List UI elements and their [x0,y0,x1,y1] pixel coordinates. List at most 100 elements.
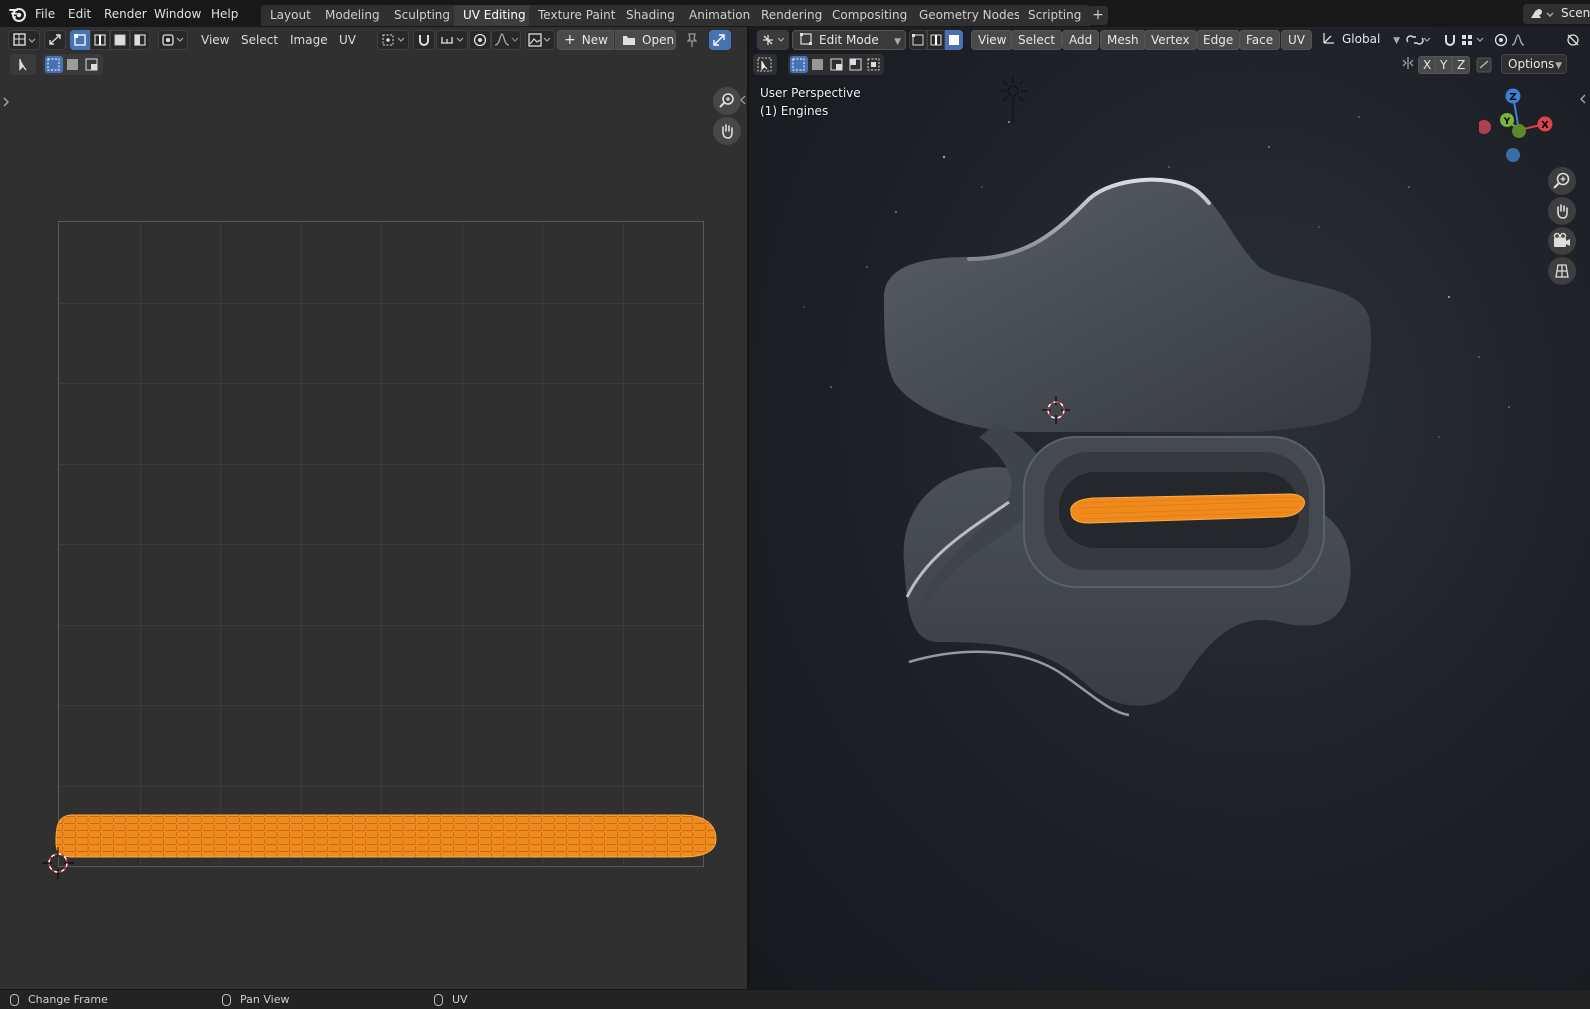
uv-menu-uv[interactable]: UV [339,31,356,49]
tab-uv-editing[interactable]: UV Editing [454,5,535,26]
vp-ortho-toggle[interactable] [1548,257,1576,285]
uv-editor[interactable]: View Select Image UV + New Open [0,27,747,989]
menu-file[interactable]: File [35,5,55,23]
select-new-button[interactable] [45,56,63,73]
vp-snap-grid-icon[interactable] [1459,32,1489,48]
sidebar-expand-icon[interactable] [1578,93,1588,105]
mirror-x-toggle[interactable]: X [1418,56,1437,74]
new-image-button[interactable]: + New [557,30,614,50]
tab-layout[interactable]: Layout [261,5,320,26]
vp-snap-magnet-icon[interactable] [1441,32,1459,48]
vp-select-subtract-icon[interactable] [828,56,846,73]
snap-target-dropdown[interactable] [436,30,468,50]
vp-overlay-icon[interactable] [1563,32,1583,48]
select-vertex-mode[interactable] [70,30,90,50]
3d-cursor[interactable] [1042,396,1070,424]
vp-camera-button[interactable] [1548,227,1576,255]
vp-menu-select[interactable]: Select [1011,30,1063,50]
select-subtract-icon[interactable] [83,56,101,73]
uv-gizmo-toggle[interactable] [709,30,731,50]
tab-shading[interactable]: Shading [617,5,684,26]
vp-proportional-icon[interactable] [1492,32,1510,48]
select-extend-icon[interactable] [64,56,82,73]
vp-select-new[interactable] [790,56,808,73]
vp-menu-uv[interactable]: UV [1281,30,1312,50]
sync-selection-button[interactable] [44,30,66,50]
topology-mirror-icon[interactable] [1475,56,1493,74]
viewport-editor-type[interactable] [757,30,789,50]
pan-view-button[interactable] [713,117,741,145]
open-image-button[interactable]: Open [615,30,676,50]
menu-edit[interactable]: Edit [68,5,91,23]
zoom-view-button[interactable] [713,87,741,115]
status-left-label: Change Frame [28,993,108,1006]
vp-select-extend-icon[interactable] [809,56,827,73]
blender-logo-icon[interactable] [8,4,28,24]
editor-type-button[interactable] [8,30,40,50]
tab-modeling[interactable]: Modeling [316,5,389,26]
tool-tweak-button[interactable] [10,54,36,75]
menu-help[interactable]: Help [211,5,238,23]
vp-menu-face[interactable]: Face [1239,30,1281,50]
light-object-icon[interactable] [989,67,1037,127]
select-edge-mode[interactable] [90,30,110,50]
pin-icon[interactable] [684,32,700,48]
tab-animation[interactable]: Animation [680,5,760,26]
gizmo-neg-z-icon[interactable] [1506,148,1520,162]
uv-menu-select[interactable]: Select [241,31,278,49]
vp-menu-vertex[interactable]: Vertex [1144,30,1197,50]
tab-sculpting[interactable]: Sculpting [385,5,460,26]
tab-rendering[interactable]: Rendering [752,5,832,26]
status-right-label: UV [452,993,468,1006]
vp-zoom-button[interactable] [1548,167,1576,195]
vp-select-intersect-icon[interactable] [865,56,883,73]
menu-window[interactable]: Window [154,5,201,23]
pivot-link-icon[interactable] [1404,32,1434,48]
mirror-y-toggle[interactable]: Y [1435,56,1453,74]
proportional-falloff-dropdown[interactable] [491,30,521,50]
vp-vertex-select[interactable] [909,30,927,50]
scene-label: Scene [1561,6,1590,20]
uv-menu-view[interactable]: View [201,31,229,49]
navigation-gizmo[interactable]: X Y Z [1479,85,1569,175]
vp-pan-button[interactable] [1548,197,1576,225]
image-browse-dropdown[interactable] [525,30,555,50]
vp-menu-view[interactable]: View [971,30,1014,50]
scene-selector[interactable]: Scene [1523,4,1590,24]
tab-texture-paint[interactable]: Texture Paint [529,5,625,26]
3d-viewport[interactable]: Edit Mode ▼ View Select Add Mesh Vertex … [749,27,1590,989]
options-dropdown[interactable]: Options ▼ [1501,54,1567,74]
select-face-mode[interactable] [110,30,130,50]
snap-toggle[interactable] [413,30,435,50]
tab-scripting[interactable]: Scripting [1019,5,1091,26]
vp-hand-icon [1557,204,1568,219]
vp-face-select[interactable] [945,30,963,50]
vp-magnifier-icon [1553,172,1570,189]
tab-compositing[interactable]: Compositing [823,5,917,26]
add-workspace-button[interactable]: + [1088,6,1108,25]
toolbar-expand-icon[interactable] [2,95,10,109]
gizmo-neg-x-icon[interactable] [1479,120,1491,134]
engine-mesh-object[interactable] [879,167,1379,727]
vp-edge-select[interactable] [927,30,945,50]
pivot-point-dropdown[interactable] [377,30,409,50]
gizmo-neg-y-icon[interactable] [1512,124,1526,138]
mode-dropdown[interactable]: Edit Mode ▼ [792,30,906,50]
vp-select-invert-icon[interactable] [847,56,865,73]
transform-orientation-dropdown[interactable]: Global ▼ [1316,30,1404,50]
uv-2d-cursor[interactable] [42,847,74,879]
uv-island-selection[interactable] [50,809,720,889]
select-island-mode[interactable] [130,30,150,50]
uv-grid[interactable] [58,221,704,867]
vp-menu-add[interactable]: Add [1062,30,1100,50]
mirror-z-toggle[interactable]: Z [1452,56,1471,74]
vp-falloff-icon[interactable] [1510,32,1532,48]
sticky-selection-dropdown[interactable] [158,30,188,50]
menu-render[interactable]: Render [104,5,147,23]
proportional-editing-toggle[interactable] [469,30,491,50]
uv-menu-image[interactable]: Image [290,31,328,49]
vp-menu-edge[interactable]: Edge [1196,30,1241,50]
vp-menu-mesh[interactable]: Mesh [1100,30,1146,50]
tab-geometry-nodes[interactable]: Geometry Nodes [910,5,1030,26]
vp-tool-select-button[interactable] [753,54,777,75]
